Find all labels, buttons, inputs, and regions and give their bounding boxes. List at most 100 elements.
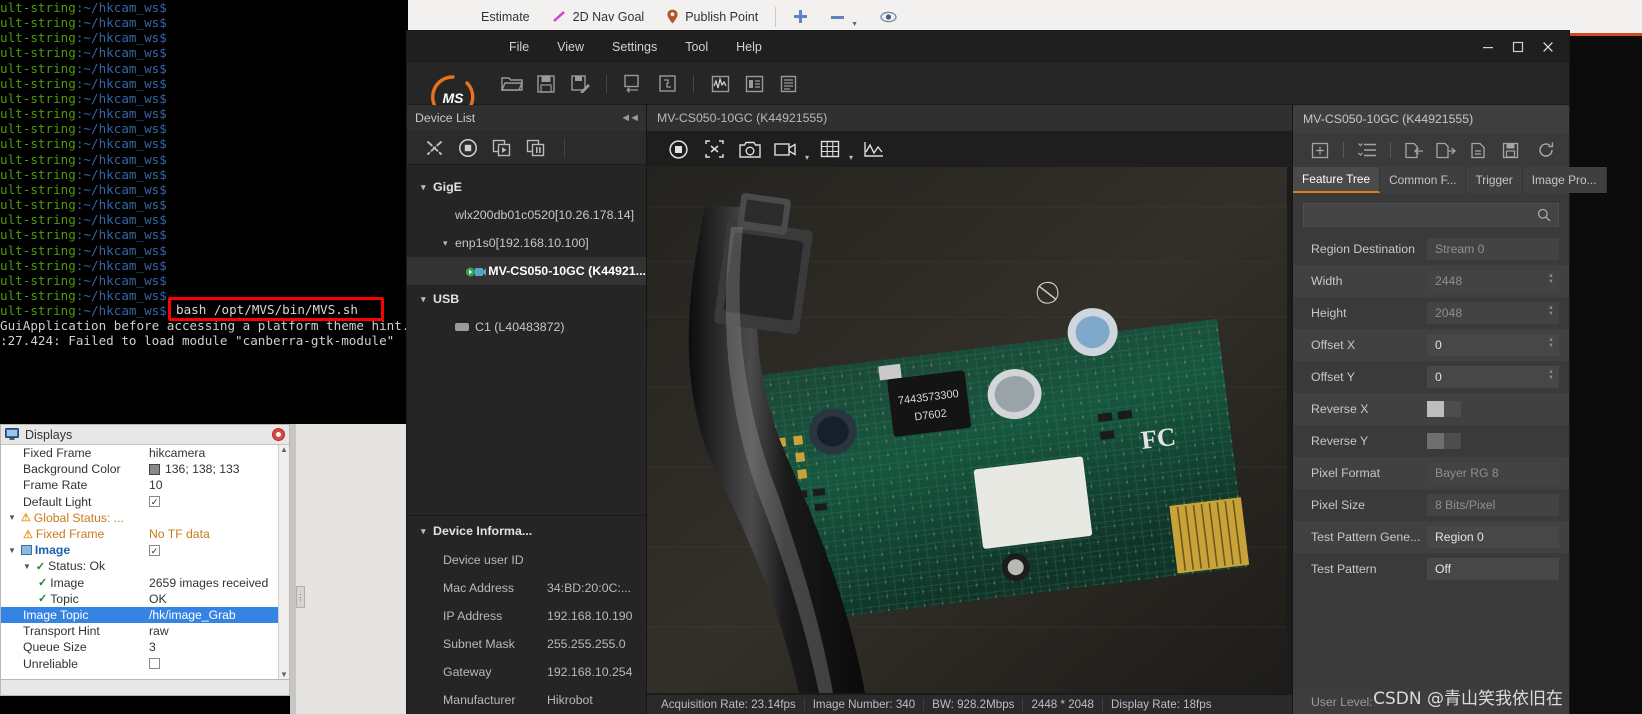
feature-value-field[interactable]: 0 ▲ ▼ [1427, 366, 1559, 388]
histogram-icon[interactable] [859, 135, 889, 163]
displays-row[interactable]: ✓ Topic OK [1, 591, 289, 607]
menu-file[interactable]: File [495, 36, 543, 58]
displays-row[interactable]: ▼ ✓ Status: Ok [1, 558, 289, 574]
open-folder-icon[interactable] [495, 69, 529, 99]
remove-icon[interactable]: ▼ [819, 4, 869, 30]
rviz-tool-publish-point[interactable]: Publish Point [655, 4, 769, 30]
feature-row[interactable]: Height 2048 ▲ ▼ [1293, 297, 1569, 329]
grid-overlay-icon[interactable] [815, 135, 845, 163]
displays-row[interactable]: ▼ ⚠ Global Status: ... [1, 510, 289, 526]
displays-row[interactable]: ⚠ Fixed Frame No TF data [1, 526, 289, 542]
stats-icon[interactable] [737, 69, 771, 99]
displays-row[interactable]: Background Color 136; 138; 133 [1, 461, 289, 477]
save-as-icon[interactable] [563, 69, 597, 99]
chevron-down-icon[interactable]: ▾ [421, 294, 433, 305]
snapshot-icon[interactable] [735, 135, 765, 163]
stop-all-icon[interactable] [521, 135, 551, 161]
device-information-panel[interactable]: ▾ Device Informa... Device user ID Mac Ad… [407, 515, 646, 714]
collapse-left-icon[interactable]: ◄◄ [620, 112, 640, 124]
chevron-down-icon[interactable]: ▾ [805, 153, 809, 162]
rviz-tool-2d-nav-goal[interactable]: 2D Nav Goal [541, 4, 656, 30]
feature-value-field[interactable]: 8 Bits/Pixel [1427, 494, 1559, 516]
device-group-gige[interactable]: ▾ GigE [407, 173, 646, 201]
feature-row[interactable]: Width 2448 ▲ ▼ [1293, 265, 1569, 297]
save-icon[interactable] [529, 69, 563, 99]
image-viewer-panel[interactable]: MV-CS050-10GC (K44921555) ▾ ▾ 7443573300… [647, 105, 1293, 714]
device-group-usb[interactable]: ▾ USB [407, 285, 646, 313]
mvs-menubar[interactable]: File View Settings Tool Help [495, 36, 776, 58]
feature-value-field[interactable]: 0 ▲ ▼ [1427, 334, 1559, 356]
feature-value-field[interactable]: Region 0 [1427, 526, 1559, 548]
feature-row[interactable]: Test Pattern Off [1293, 553, 1569, 585]
displays-row[interactable]: Frame Rate 10 [1, 477, 289, 493]
feature-value-field[interactable]: Bayer RG 8 [1427, 462, 1559, 484]
waveform-icon[interactable] [703, 69, 737, 99]
feature-row[interactable]: Offset X 0 ▲ ▼ [1293, 329, 1569, 361]
spinner-arrows[interactable]: ▲ ▼ [1548, 305, 1554, 317]
log-icon[interactable] [771, 69, 805, 99]
scroll-down-arrow[interactable]: ▼ [280, 670, 288, 679]
displays-row[interactable]: ✓ Image 2659 images received [1, 575, 289, 591]
menu-view[interactable]: View [543, 36, 598, 58]
device-list-panel[interactable]: Device List ◄◄ ▾ GigE wlx200db01c0520[10… [407, 105, 647, 714]
feature-value-field[interactable]: Stream 0 [1427, 238, 1559, 260]
import-config-icon[interactable] [616, 69, 650, 99]
refresh-icon[interactable] [1531, 137, 1561, 163]
camera-image-canvas[interactable]: 7443573300 D7602 FC [647, 167, 1292, 695]
checkbox[interactable] [149, 658, 160, 670]
panel-resize-grip[interactable]: ⋮ [296, 586, 305, 608]
device-item[interactable]: wlx200db01c0520[10.26.178.14] [407, 201, 646, 229]
checkbox[interactable]: ✓ [149, 496, 160, 508]
device-item[interactable]: ▾ enp1s0[192.168.10.100] [407, 229, 646, 257]
rviz-displays-panel[interactable]: Displays Fixed Frame hikcamera Background … [0, 424, 290, 680]
mvs-titlebar[interactable]: File View Settings Tool Help [407, 31, 1569, 63]
mvs-toolbar[interactable] [407, 63, 1569, 105]
device-tree[interactable]: ▾ GigE wlx200db01c0520[10.26.178.14] ▾ enp1s… [407, 165, 646, 515]
properties-toolbar[interactable] [1293, 133, 1569, 167]
terminal-window[interactable]: ult-string:~/hkcam_ws$ ult-string:~/hkcam… [0, 0, 408, 424]
scroll-up-arrow[interactable]: ▲ [280, 445, 288, 454]
feature-row[interactable]: Region Destination Stream 0 [1293, 233, 1569, 265]
feature-row[interactable]: Test Pattern Gene... Region 0 [1293, 521, 1569, 553]
stop-grabbing-icon[interactable] [699, 135, 729, 163]
feature-row[interactable]: Pixel Size 8 Bits/Pixel [1293, 489, 1569, 521]
export-config-icon[interactable] [650, 69, 684, 99]
tab-image-pro[interactable]: Image Pro... [1522, 167, 1607, 193]
list-icon[interactable] [1352, 137, 1382, 163]
spinner-arrows[interactable]: ▲ ▼ [1548, 369, 1554, 381]
file-icon[interactable] [1463, 137, 1493, 163]
device-list-toolbar[interactable] [407, 131, 646, 165]
feature-properties-panel[interactable]: MV-CS050-10GC (K44921555) Feature Tree C… [1293, 105, 1607, 714]
feature-row[interactable]: Pixel Format Bayer RG 8 [1293, 457, 1569, 489]
chevron-down-icon[interactable]: ▾ [443, 238, 455, 249]
displays-property-list[interactable]: Fixed Frame hikcamera Background Color 136;… [1, 445, 289, 679]
record-video-icon[interactable] [771, 135, 801, 163]
add-icon[interactable] [782, 4, 819, 30]
displays-row[interactable]: Unreliable [1, 655, 289, 671]
window-controls[interactable] [1473, 31, 1563, 63]
start-all-icon[interactable] [487, 135, 517, 161]
refresh-devices-icon[interactable] [419, 135, 449, 161]
feature-row[interactable]: Reverse X [1293, 393, 1569, 425]
displays-row[interactable]: Fixed Frame hikcamera [1, 445, 289, 461]
device-item[interactable]: C1 (L40483872) [407, 313, 646, 341]
save-icon[interactable] [1495, 137, 1525, 163]
device-information-header[interactable]: ▾ Device Informa... [407, 516, 646, 546]
feature-toggle[interactable] [1427, 401, 1461, 417]
close-icon[interactable] [272, 428, 285, 441]
stop-icon[interactable] [453, 135, 483, 161]
checkbox[interactable]: ✓ [149, 544, 160, 556]
device-item-camera[interactable]: MV-CS050-10GC (K44921... [407, 257, 646, 285]
menu-tool[interactable]: Tool [671, 36, 722, 58]
close-button[interactable] [1533, 34, 1563, 60]
properties-tabs[interactable]: Feature Tree Common F... Trigger Image Pro.… [1293, 167, 1607, 193]
layout-icon[interactable] [1305, 137, 1335, 163]
feature-row[interactable]: Offset Y 0 ▲ ▼ [1293, 361, 1569, 393]
viewer-toolbar[interactable]: ▾ ▾ [647, 131, 1292, 167]
displays-row[interactable]: Image Topic/hk/image_Grab [1, 606, 289, 624]
feature-value-field[interactable]: Off [1427, 558, 1559, 580]
feature-tree-list[interactable]: Region Destination Stream 0 Width 2448 ▲ ▼ Hei… [1293, 227, 1569, 689]
tab-feature-tree[interactable]: Feature Tree [1293, 167, 1381, 193]
tab-trigger[interactable]: Trigger [1466, 167, 1523, 193]
export-feature-icon[interactable] [1431, 137, 1461, 163]
